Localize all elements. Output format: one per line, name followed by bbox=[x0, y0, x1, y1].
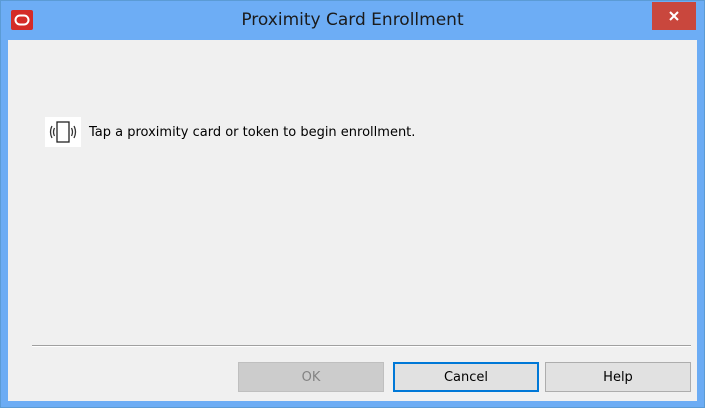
close-button[interactable] bbox=[652, 2, 696, 30]
ok-button[interactable]: OK bbox=[238, 362, 384, 392]
cancel-button[interactable]: Cancel bbox=[393, 362, 539, 392]
close-icon bbox=[668, 7, 680, 26]
message-row: Tap a proximity card or token to begin e… bbox=[45, 117, 415, 147]
proximity-card-icon bbox=[45, 117, 81, 147]
help-button[interactable]: Help bbox=[545, 362, 691, 392]
window-title: Proximity Card Enrollment bbox=[241, 10, 464, 30]
dialog-window: Proximity Card Enrollment Tap a proximit… bbox=[0, 0, 705, 408]
oracle-logo-icon[interactable] bbox=[11, 10, 33, 30]
instruction-text: Tap a proximity card or token to begin e… bbox=[89, 124, 416, 140]
dialog-body: Tap a proximity card or token to begin e… bbox=[8, 40, 697, 401]
button-divider bbox=[32, 345, 691, 347]
title-bar[interactable]: Proximity Card Enrollment bbox=[1, 1, 704, 40]
